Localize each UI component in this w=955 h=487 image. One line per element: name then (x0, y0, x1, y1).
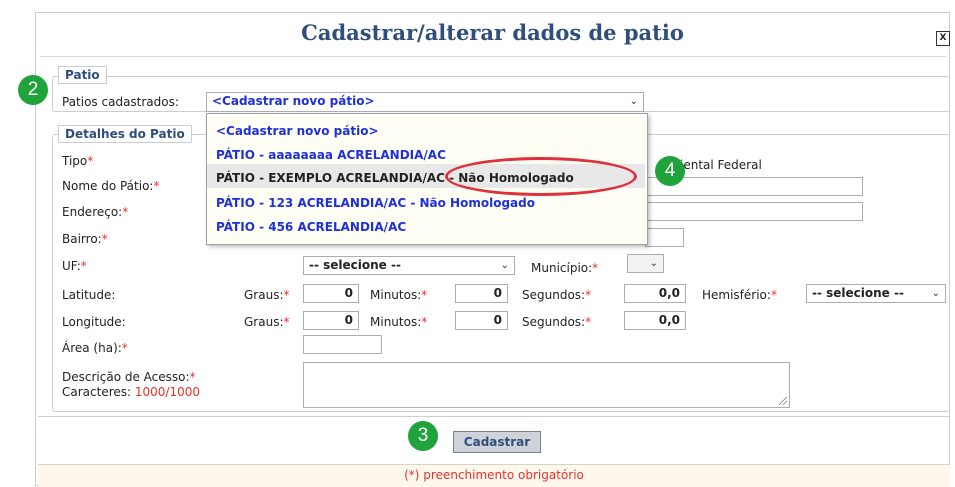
patios-cadastrados-label: Patios cadastrados: (62, 95, 179, 109)
hemisferio-select[interactable]: -- selecione -- ⌄ (806, 284, 946, 303)
endereco-label: Endereço:* (62, 205, 129, 219)
step-badge-3: 3 (408, 421, 438, 451)
caracteres-counter: Caracteres: 1000/1000 (62, 385, 201, 399)
resize-handle-icon[interactable] (779, 397, 787, 405)
nome-label: Nome do Pátio:* (62, 179, 160, 193)
tipo-label: Tipo* (62, 154, 94, 168)
uf-select-value: -- selecione -- (309, 258, 401, 272)
lon-segundos-label: Segundos:* (522, 315, 592, 329)
hemisferio-select-value: -- selecione -- (812, 286, 904, 300)
dialog-title: Cadastrar/alterar dados de patio (301, 20, 684, 45)
latitude-label: Latitude: (62, 288, 116, 302)
lat-graus-input[interactable]: 0 (303, 284, 359, 303)
patios-cadastrados-value: <Cadastrar novo pátio> (212, 94, 375, 108)
lat-minutos-input[interactable]: 0 (455, 284, 508, 303)
patios-cadastrados-select[interactable]: <Cadastrar novo pátio> ⌄ (206, 92, 644, 112)
step-badge-2: 2 (18, 75, 48, 105)
tipo-option-partial[interactable]: iental Federal (680, 158, 762, 172)
lon-graus-label: Graus:* (244, 315, 290, 329)
dropdown-option[interactable]: PÁTIO - aaaaaaaa ACRELANDIA/AC (216, 148, 446, 162)
detalhes-legend: Detalhes do Patio (58, 125, 192, 143)
close-icon[interactable]: X (936, 31, 950, 46)
title-divider (40, 56, 946, 57)
descricao-textarea[interactable] (303, 362, 790, 408)
lon-minutos-label: Minutos:* (370, 315, 428, 329)
uf-label: UF:* (62, 259, 87, 273)
hemisferio-label: Hemisfério:* (702, 288, 777, 302)
cadastrar-button[interactable]: Cadastrar (453, 431, 541, 453)
chevron-down-icon: ⌄ (500, 260, 509, 271)
lon-segundos-input[interactable]: 0,0 (624, 311, 686, 330)
descricao-label: Descrição de Acesso:* (62, 370, 196, 384)
highlight-ellipse (445, 157, 637, 196)
lon-minutos-input[interactable]: 0 (455, 311, 508, 330)
lat-segundos-label: Segundos:* (522, 288, 592, 302)
area-label: Área (ha):* (62, 341, 128, 355)
area-input[interactable] (303, 335, 382, 354)
step-badge-4: 4 (655, 156, 685, 186)
patio-legend: Patio (58, 66, 107, 84)
required-note: (*) preenchimento obrigatório (38, 464, 950, 487)
lat-minutos-label: Minutos:* (370, 288, 428, 302)
municipio-select[interactable]: ⌄ (627, 254, 664, 273)
chevron-down-icon: ⌄ (649, 258, 658, 269)
municipio-label: Município:* (531, 261, 599, 275)
longitude-label: Longitude: (62, 315, 126, 329)
actions-divider (38, 416, 950, 417)
chevron-down-icon: ⌄ (931, 288, 940, 299)
chevron-down-icon: ⌄ (629, 96, 638, 107)
lat-graus-label: Graus:* (244, 288, 290, 302)
uf-select[interactable]: -- selecione -- ⌄ (303, 256, 515, 275)
bairro-label: Bairro:* (62, 232, 108, 246)
lon-graus-input[interactable]: 0 (303, 311, 359, 330)
bairro-input[interactable] (645, 228, 684, 247)
lat-segundos-input[interactable]: 0,0 (624, 284, 686, 303)
endereco-input[interactable] (645, 202, 863, 221)
dropdown-option[interactable]: PÁTIO - 456 ACRELANDIA/AC (216, 220, 406, 234)
dropdown-option[interactable]: <Cadastrar novo pátio> (216, 124, 379, 138)
dropdown-option[interactable]: PÁTIO - 123 ACRELANDIA/AC - Não Homologa… (216, 196, 535, 210)
